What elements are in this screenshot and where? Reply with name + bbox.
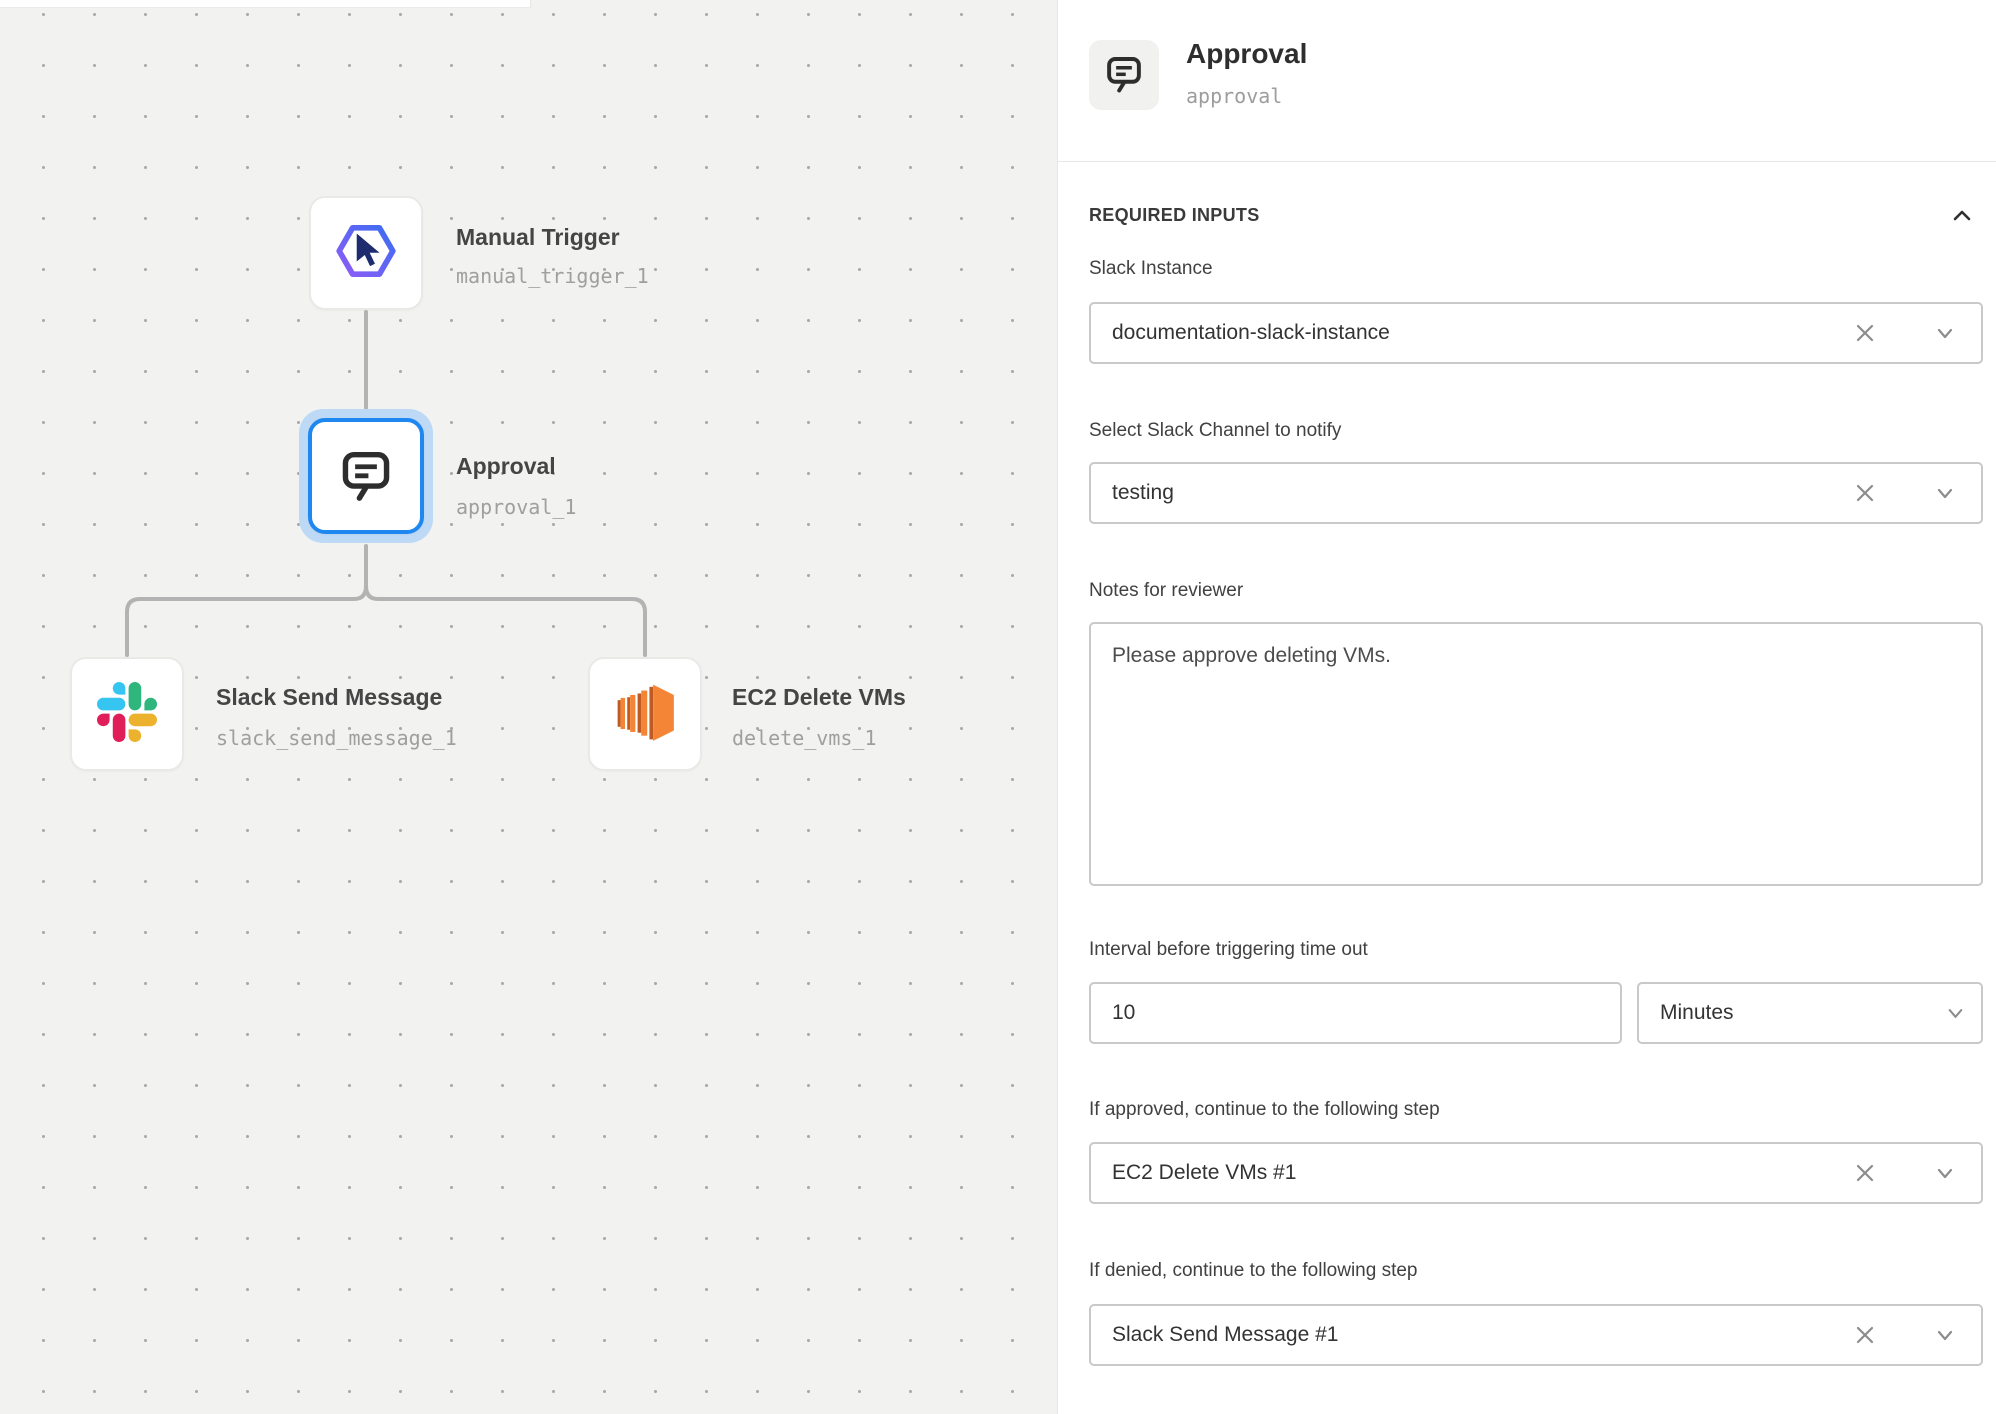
node-card-manual-trigger[interactable]	[309, 196, 423, 310]
field-label: If denied, continue to the following ste…	[1089, 1260, 1418, 1282]
approval-chat-bubble-icon	[1103, 52, 1145, 99]
step-config-panel: Approval approval REQUIRED INPUTS Slack …	[1057, 0, 1996, 1414]
chevron-down-icon[interactable]	[1923, 471, 1967, 515]
chevron-down-icon	[1923, 991, 1967, 1035]
node-title: Approval	[456, 453, 556, 480]
field-label: Interval before triggering time out	[1089, 939, 1368, 961]
collapse-section-button[interactable]	[1947, 203, 1977, 233]
chevron-down-icon[interactable]	[1923, 1313, 1967, 1357]
selection-halo	[299, 409, 433, 543]
manual-trigger-hexagon-cursor-icon	[333, 218, 399, 289]
if-denied-step-combobox[interactable]	[1089, 1304, 1983, 1366]
slack-instance-input[interactable]	[1091, 321, 1843, 345]
panel-title: Approval	[1186, 38, 1307, 70]
if-approved-step-input[interactable]	[1091, 1161, 1843, 1185]
canvas-top-toolbar-remnant	[0, 0, 531, 8]
workflow-app: Manual Trigger manual_trigger_1 Approval…	[0, 0, 1996, 1414]
node-card-ec2-delete-vms[interactable]	[588, 657, 702, 771]
interval-value-input[interactable]	[1089, 982, 1622, 1044]
approval-chat-bubble-icon	[337, 445, 395, 508]
section-title-required-inputs: REQUIRED INPUTS	[1089, 205, 1260, 226]
step-icon-tile	[1089, 40, 1159, 110]
chevron-up-icon	[1950, 204, 1974, 233]
x-clear-icon[interactable]	[1843, 311, 1887, 355]
slack-instance-combobox[interactable]	[1089, 302, 1983, 364]
notes-for-reviewer-textarea[interactable]: Please approve deleting VMs.	[1089, 622, 1983, 886]
node-title: Slack Send Message	[216, 684, 442, 711]
if-denied-step-input[interactable]	[1091, 1323, 1843, 1347]
chevron-down-icon[interactable]	[1923, 1151, 1967, 1195]
interval-unit-select[interactable]: Minutes	[1637, 982, 1983, 1044]
if-approved-step-combobox[interactable]	[1089, 1142, 1983, 1204]
node-id: approval_1	[456, 495, 576, 519]
field-label: If approved, continue to the following s…	[1089, 1099, 1440, 1121]
x-clear-icon[interactable]	[1843, 1151, 1887, 1195]
panel-subtitle: approval	[1186, 84, 1282, 108]
field-label: Slack Instance	[1089, 258, 1213, 280]
field-label: Notes for reviewer	[1089, 580, 1243, 602]
node-title: Manual Trigger	[456, 224, 620, 251]
slack-logo-icon	[97, 682, 157, 747]
slack-channel-combobox[interactable]	[1089, 462, 1983, 524]
node-id: slack_send_message_1	[216, 726, 457, 750]
node-title: EC2 Delete VMs	[732, 684, 906, 711]
node-card-slack-send-message[interactable]	[70, 657, 184, 771]
interval-unit-value: Minutes	[1639, 1001, 1923, 1025]
x-clear-icon[interactable]	[1843, 471, 1887, 515]
slack-channel-input[interactable]	[1091, 481, 1843, 505]
workflow-canvas[interactable]: Manual Trigger manual_trigger_1 Approval…	[0, 0, 1057, 1414]
node-id: delete_vms_1	[732, 726, 877, 750]
node-card-approval[interactable]	[308, 418, 424, 534]
field-label: Select Slack Channel to notify	[1089, 420, 1341, 442]
divider	[1058, 161, 1996, 162]
chevron-down-icon[interactable]	[1923, 311, 1967, 355]
x-clear-icon[interactable]	[1843, 1313, 1887, 1357]
node-id: manual_trigger_1	[456, 264, 649, 288]
ec2-icon	[608, 675, 682, 754]
